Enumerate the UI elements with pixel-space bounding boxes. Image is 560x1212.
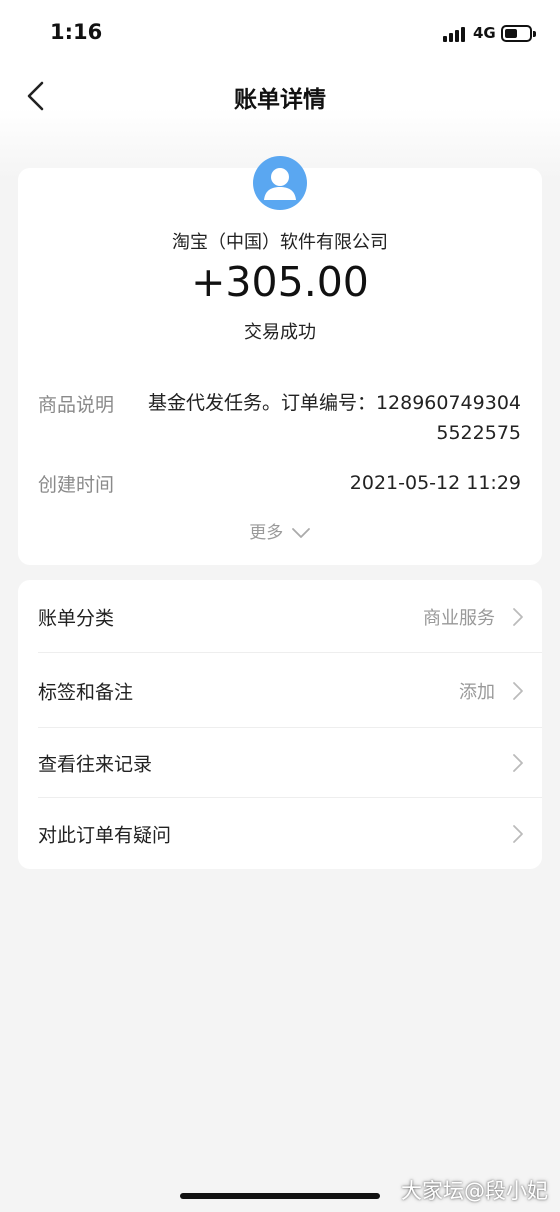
created-time-value: 2021-05-12 11:29 [349, 472, 521, 494]
tags-notes-value: 添加 [459, 681, 495, 703]
created-time-label: 创建时间 [38, 474, 115, 496]
product-description-label: 商品说明 [38, 394, 115, 416]
bill-category-label: 账单分类 [38, 607, 115, 629]
network-label: 4G [473, 24, 496, 42]
bill-category-value: 商业服务 [423, 607, 495, 629]
merchant-name: 淘宝（中国）软件有限公司 [172, 232, 388, 253]
bill-detail-card: 淘宝（中国）软件有限公司 +305.00 交易成功 商品说明 基金代发任务。订单… [18, 156, 542, 565]
transaction-history-row[interactable]: 查看往来记录 [18, 728, 542, 798]
signal-icon [443, 26, 467, 42]
chevron-down-icon [291, 528, 310, 538]
chevron-right-icon [513, 824, 523, 843]
user-avatar-icon [253, 156, 307, 210]
chevron-right-icon [513, 754, 523, 772]
transaction-history-label: 查看往来记录 [38, 753, 153, 776]
chevron-right-icon [513, 681, 523, 700]
watermark: 大家坛@段小妃 [401, 1179, 548, 1203]
page-title: 账单详情 [234, 87, 326, 113]
transaction-status: 交易成功 [244, 322, 316, 343]
tags-notes-row[interactable]: 标签和备注 添加 [18, 653, 542, 728]
tags-notes-label: 标签和备注 [38, 681, 134, 703]
transaction-amount: +305.00 [191, 258, 369, 306]
nav-bar: 账单详情 [0, 66, 560, 126]
order-question-label: 对此订单有疑问 [38, 824, 172, 846]
status-time: 1:16 [50, 20, 103, 44]
home-indicator [180, 1193, 380, 1199]
more-label: 更多 [249, 523, 284, 543]
chevron-right-icon [513, 607, 523, 626]
order-question-row[interactable]: 对此订单有疑问 [18, 798, 542, 869]
battery-icon [501, 25, 536, 42]
product-description-value: 基金代发任务。订单编号：1289607493045522575 [147, 392, 521, 444]
more-button[interactable]: 更多 [18, 518, 542, 543]
bill-category-row[interactable]: 账单分类 商业服务 [18, 580, 542, 653]
bill-actions-card: 账单分类 商业服务 标签和备注 添加 查看往来记录 对此订单有疑问 [18, 580, 542, 869]
status-bar: 1:16 4G [0, 0, 560, 66]
